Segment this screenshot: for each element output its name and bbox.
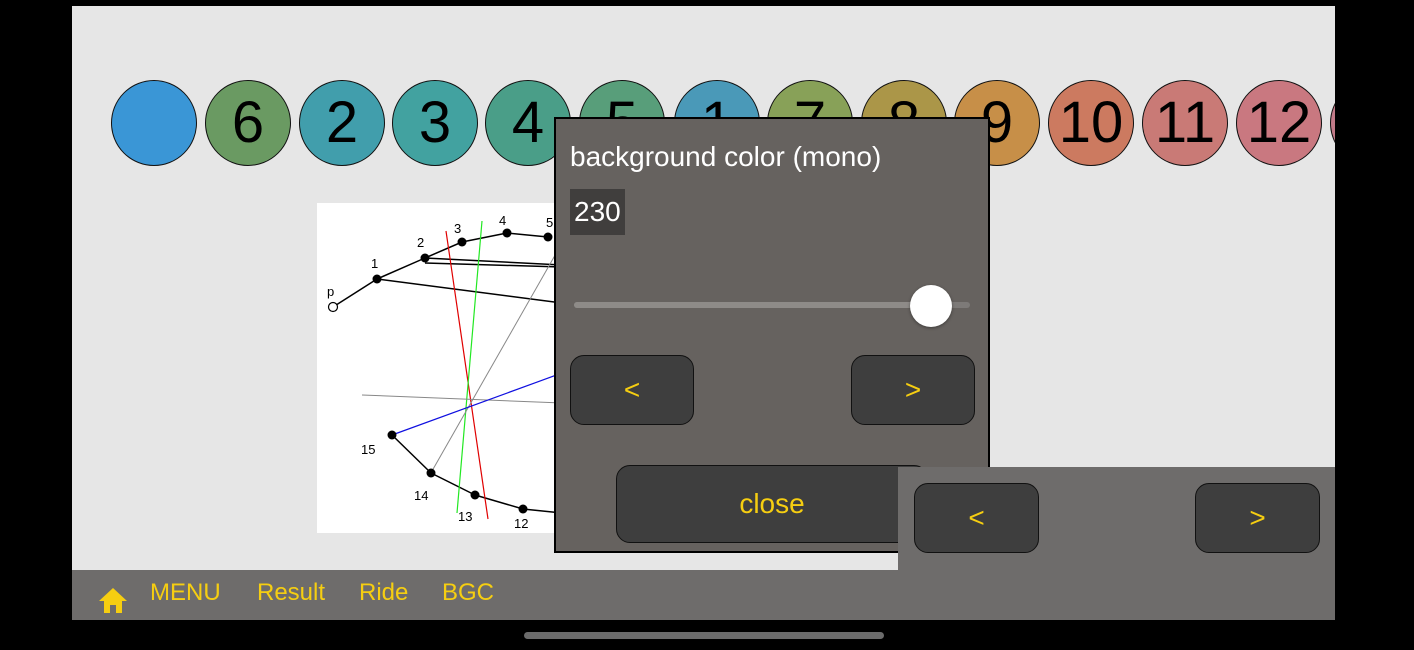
slider-fill: [574, 302, 932, 308]
point-15: [387, 430, 397, 440]
next-label: >: [1249, 502, 1266, 533]
circle-label: 4: [511, 90, 545, 155]
menu-button[interactable]: MENU: [150, 579, 221, 607]
color-value-field[interactable]: 230: [570, 189, 625, 235]
point-2: [420, 253, 430, 263]
route-diagram: p 1 2 3 4 5 12 13 14 15: [317, 203, 563, 533]
slider-thumb[interactable]: [910, 285, 953, 327]
point-3: [457, 237, 467, 247]
dialog-title: background color (mono): [570, 141, 882, 172]
point-5: [543, 232, 553, 242]
point-label-12: 12: [514, 516, 528, 531]
result-button[interactable]: Result: [257, 579, 325, 607]
gray-line-1: [431, 242, 563, 472]
route-diagram-svg: p 1 2 3 4 5 12 13 14 15: [327, 213, 563, 531]
decrease-button[interactable]: <: [570, 355, 694, 425]
circle-11[interactable]: 11: [1142, 80, 1228, 166]
circle-label: 6: [231, 90, 265, 155]
home-icon[interactable]: [96, 586, 130, 614]
point-13: [470, 490, 480, 500]
home-indicator[interactable]: [524, 632, 884, 639]
next-button[interactable]: >: [1195, 483, 1320, 553]
close-button[interactable]: close: [616, 465, 928, 543]
ride-button[interactable]: Ride: [359, 579, 408, 607]
point-label-1: 1: [371, 256, 378, 271]
point-label-14: 14: [414, 488, 428, 503]
point-label-13: 13: [458, 509, 472, 524]
point-label-4: 4: [499, 213, 506, 228]
previous-label: <: [968, 502, 985, 533]
point-4: [502, 228, 512, 238]
circle-10[interactable]: 10: [1048, 80, 1134, 166]
increase-label: >: [904, 374, 922, 405]
point-12: [518, 504, 528, 514]
circle-label: 10: [1058, 90, 1124, 155]
circle-label: 3: [418, 90, 452, 155]
circle-label: 2: [325, 90, 359, 155]
gray-line-2: [361, 394, 563, 404]
path-lines: [332, 232, 563, 514]
point-label-5: 5: [546, 215, 553, 230]
bgc-button[interactable]: BGC: [442, 579, 494, 607]
point-label-2: 2: [417, 235, 424, 250]
circle-1[interactable]: 6: [205, 80, 291, 166]
blue-line: [391, 372, 563, 436]
start-label: p: [327, 284, 334, 299]
circle-12[interactable]: 12: [1236, 80, 1322, 166]
increase-button[interactable]: >: [851, 355, 975, 425]
point-14: [426, 468, 436, 478]
point-label-3: 3: [454, 221, 461, 236]
circle-0[interactable]: [111, 80, 197, 166]
circle-13[interactable]: [1330, 80, 1335, 166]
circle-2[interactable]: 2: [299, 80, 385, 166]
bottom-toolbar: MENU Result Ride BGC: [72, 570, 1335, 620]
close-label: close: [739, 488, 805, 519]
start-point: [327, 301, 339, 313]
navigation-panel: < >: [898, 467, 1335, 570]
point-1: [372, 274, 382, 284]
red-line: [445, 230, 489, 520]
point-label-15: 15: [361, 442, 375, 457]
circle-label: 12: [1246, 90, 1312, 155]
circle-label: 11: [1154, 90, 1216, 155]
app-screen: 6 2 3 4 5 1 7 8 9 10 11 12: [72, 6, 1335, 620]
decrease-label: <: [623, 374, 641, 405]
circle-3[interactable]: 3: [392, 80, 478, 166]
previous-button[interactable]: <: [914, 483, 1039, 553]
